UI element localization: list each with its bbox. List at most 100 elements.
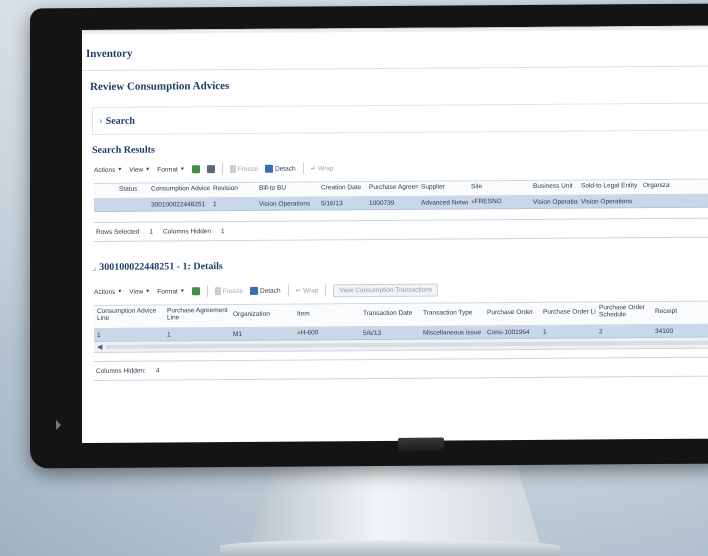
site-value: FRESNO [474, 198, 502, 206]
column-header[interactable]: Bill-to BU [256, 182, 318, 192]
wrap-button[interactable]: ↵ Wrap [295, 286, 319, 295]
chevron-down-icon: ▼ [145, 288, 151, 295]
view-label: View [129, 288, 144, 296]
table-cell: ●H-600 [294, 329, 360, 337]
detach-icon [250, 286, 258, 295]
item-value: H-600 [300, 329, 319, 337]
module-title: Inventory [86, 47, 133, 61]
chevron-right-icon[interactable]: › [99, 115, 103, 127]
page-title: Review Consumption Advices [90, 80, 230, 93]
collapse-icon[interactable]: ⌟ [92, 262, 96, 273]
detach-label: Detach [260, 287, 281, 295]
wrap-icon: ↵ [295, 287, 302, 295]
freeze-button[interactable]: Freeze [214, 287, 243, 296]
actions-menu[interactable]: Actions ▼ [94, 166, 122, 173]
print-icon[interactable] [206, 165, 215, 174]
freeze-icon [229, 164, 236, 174]
monitor-logo [398, 437, 444, 452]
column-header[interactable]: Business Unit [530, 181, 578, 190]
column-header[interactable]: Receipt [652, 302, 692, 315]
column-header[interactable]: Purchase Agreement [366, 182, 418, 191]
column-header[interactable]: Consumption Advice Line [94, 305, 164, 322]
column-header[interactable]: Status [116, 184, 148, 193]
table-cell: 34100 [655, 327, 674, 335]
column-header[interactable]: Organization [230, 305, 294, 318]
detach-button[interactable]: Detach [250, 286, 281, 295]
column-header[interactable]: Purchase Order Schedule [596, 302, 652, 318]
format-label: Format [157, 287, 178, 296]
format-menu[interactable]: Format ▼ [157, 166, 185, 173]
column-header[interactable]: Purchase Order [484, 303, 540, 316]
export-icon[interactable] [191, 165, 200, 174]
toolbar-separator [325, 284, 327, 297]
column-header[interactable]: Purchase Agreement Line [164, 305, 230, 321]
results-toolbar: Actions ▼ View ▼ Format ▼ Freeze Detach ↵ Wr… [94, 156, 708, 178]
column-header[interactable]: Site [468, 181, 530, 190]
search-panel[interactable]: › Search [92, 102, 708, 135]
monitor-stand [250, 465, 540, 543]
freeze-label: Freeze [222, 287, 243, 295]
results-title: Search Results [92, 144, 155, 156]
freeze-button[interactable]: Freeze [229, 164, 258, 174]
columns-hidden-label: Columns Hidden [162, 227, 212, 235]
format-label: Format [157, 165, 178, 174]
column-header[interactable]: Item [294, 304, 360, 317]
scroll-thumb[interactable] [106, 340, 708, 349]
table-cell: M1 [233, 330, 243, 338]
details-title: ⌟ 300100022448251 - 1: Details [82, 257, 708, 273]
side-expand-icon[interactable] [56, 420, 61, 430]
table-cell: 300100022448251 [151, 200, 206, 209]
chevron-down-icon: ▼ [179, 288, 185, 295]
rows-selected-label: Rows Selected [96, 228, 140, 236]
freeze-icon [214, 287, 221, 296]
freeze-label: Freeze [237, 165, 258, 173]
chevron-down-icon: ▼ [117, 288, 123, 295]
toolbar-separator [206, 285, 208, 298]
column-header[interactable]: Supplier [418, 181, 468, 191]
details-toolbar: Actions ▼ View ▼ Format ▼ Freeze Detach ↵ Wr… [94, 278, 708, 300]
detach-button[interactable]: Detach [265, 164, 296, 173]
toolbar-separator [287, 284, 289, 297]
column-header[interactable]: Organizati [640, 180, 670, 189]
results-footer: Rows Selected 1 Columns Hidden 1 [94, 217, 708, 242]
column-header[interactable]: Transaction Type [420, 303, 484, 316]
column-header[interactable]: Sold-to Legal Entity [578, 180, 640, 189]
table-cell: Advanced Network D [421, 198, 468, 207]
column-header[interactable]: Revision [210, 183, 256, 192]
table-cell: Miscellaneous issue [423, 328, 482, 337]
format-menu[interactable]: Format ▼ [157, 288, 185, 295]
table-cell: Vision Operations [259, 199, 311, 208]
columns-hidden-label: Columns Hidden: [96, 367, 146, 375]
details-table: Consumption Advice Line Purchase Agreeme… [94, 300, 708, 342]
toolbar-separator [221, 163, 223, 176]
chevron-down-icon: ▼ [145, 166, 151, 173]
chevron-down-icon: ▼ [117, 166, 123, 173]
table-cell: Vision Operations [581, 197, 633, 206]
export-icon[interactable] [191, 287, 200, 296]
wrap-label: Wrap [318, 164, 334, 172]
columns-hidden-value: 4 [155, 367, 160, 375]
table-cell: 5/16/13 [321, 199, 343, 207]
search-label[interactable]: Search [106, 115, 135, 126]
actions-menu[interactable]: Actions ▼ [94, 288, 122, 295]
view-consumption-transactions-button[interactable]: View Consumption Transactions [333, 283, 439, 297]
actions-label: Actions [94, 166, 116, 174]
toolbar-separator [302, 162, 304, 175]
column-header[interactable]: Creation Date [318, 182, 366, 191]
rows-selected-value: 1 [149, 228, 153, 236]
column-header[interactable]: Transaction Date [360, 304, 420, 317]
view-menu[interactable]: View ▼ [129, 166, 150, 173]
table-cell: 1 [167, 330, 171, 338]
monitor-bezel: Inventory Review Consumption Advices › S… [30, 3, 708, 469]
view-label: View [129, 166, 144, 174]
view-menu[interactable]: View ▼ [129, 288, 150, 295]
table-cell: Vision Operations [533, 198, 578, 206]
column-header [94, 184, 116, 186]
table-cell: 5/6/13 [363, 329, 382, 337]
column-header[interactable]: Consumption Advice [148, 183, 210, 192]
scroll-left-icon[interactable]: ◀ [97, 343, 102, 351]
monitor-base [220, 540, 560, 556]
detach-label: Detach [275, 165, 296, 173]
column-header[interactable]: Purchase Order Line [540, 302, 596, 315]
wrap-button[interactable]: ↵ Wrap [311, 164, 334, 173]
